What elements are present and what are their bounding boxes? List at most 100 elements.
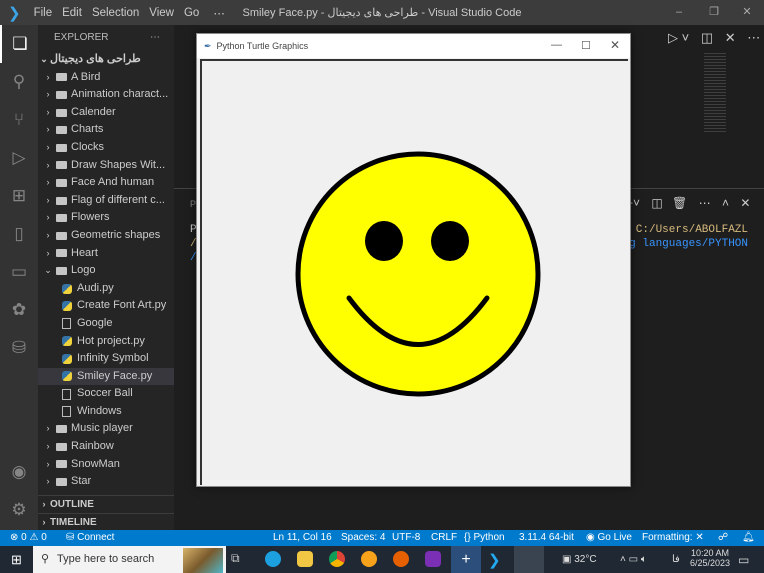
tree-item[interactable]: › Clocks (38, 139, 174, 157)
vscode-taskbar-icon[interactable]: ❯ (488, 551, 504, 569)
tree-item[interactable]: › Music player (38, 420, 174, 438)
maximize-panel-icon[interactable]: ˄ (722, 196, 729, 210)
tree-item[interactable]: › Animation charact... (38, 86, 174, 104)
smiley-face (295, 151, 541, 397)
source-control-icon[interactable]: ⑂ (0, 101, 38, 139)
turtle-canvas[interactable] (200, 59, 628, 485)
menu-selection[interactable]: Selection (87, 7, 144, 19)
folder-icon (56, 442, 67, 451)
settings-gear-icon[interactable]: ⚙ (0, 491, 38, 529)
taskbar-clock[interactable]: 10:20 AM 6/25/2023 (690, 548, 730, 568)
plus-app-icon[interactable]: + (451, 546, 481, 573)
tree-item[interactable]: Create Font Art.py (38, 297, 174, 315)
python-taskbar-icon[interactable] (514, 546, 544, 573)
tree-item[interactable]: Infinity Symbol (38, 350, 174, 368)
problems-indicator[interactable]: ⊗ 0 ⚠ 0 (10, 532, 47, 543)
tree-item[interactable]: Windows (38, 403, 174, 421)
notifications-bell-icon[interactable]: 🔔︎ (742, 532, 755, 543)
line-ending[interactable]: CRLF (431, 532, 457, 543)
extensions-icon[interactable]: ⊞ (0, 177, 38, 215)
database-icon[interactable]: ⛁ (0, 329, 38, 367)
media-player-icon[interactable] (425, 551, 441, 567)
tree-item[interactable]: Soccer Ball (38, 385, 174, 403)
explorer-more-button[interactable]: ⋯ (150, 25, 160, 51)
explorer-icon[interactable]: ❏ (0, 25, 38, 63)
weather-app-icon[interactable] (361, 551, 377, 567)
split-editor-icon[interactable]: ◫ (701, 30, 713, 45)
root-folder[interactable]: ⌄ طراحی های دیجیتال (38, 51, 174, 69)
tree-item[interactable]: › Geometric shapes (38, 227, 174, 245)
windows-start-icon[interactable]: ⊞ (11, 552, 22, 568)
taskbar-search-input[interactable]: ⚲ Type here to search (33, 546, 226, 573)
outline-section[interactable]: › OUTLINE (38, 495, 174, 513)
tree-item[interactable]: Google (38, 315, 174, 333)
feedback-icon[interactable]: ☍ (718, 532, 728, 543)
explorer-sidebar: EXPLORER ⋯ ⌄ طراحی های دیجیتال › A Bird › A… (38, 25, 174, 530)
tree-item[interactable]: Hot project.py (38, 333, 174, 351)
search-icon[interactable]: ⚲ (0, 63, 38, 101)
restore-button[interactable]: ❐ (697, 0, 731, 25)
tree-item[interactable]: Smiley Face.py (38, 367, 174, 386)
python-interpreter[interactable]: 3.11.4 64-bit (519, 532, 574, 543)
tree-item-label: Draw Shapes Wit... (71, 158, 166, 171)
weather-widget[interactable]: ▣ 32°C (562, 554, 597, 565)
menu-more[interactable]: ⋯ (208, 6, 230, 20)
menu-file[interactable]: File (29, 7, 58, 19)
connect-button[interactable]: ⛁ Connect (66, 532, 114, 543)
tree-item[interactable]: › SnowMan (38, 456, 174, 474)
encoding[interactable]: UTF-8 (392, 532, 420, 543)
tree-item[interactable]: › Star (38, 473, 174, 491)
system-tray-icons[interactable]: ˄ ▭ 🔈︎ (620, 554, 647, 565)
close-editor-icon[interactable]: ✕ (725, 30, 736, 45)
minimap[interactable] (704, 53, 726, 133)
language-mode[interactable]: {} Python (464, 532, 505, 543)
vscode-logo-icon: ❯ (8, 4, 21, 22)
tree-item[interactable]: › Flowers (38, 209, 174, 227)
indentation[interactable]: Spaces: 4 (341, 532, 385, 543)
run-icon[interactable]: ▷ ˅ (668, 30, 689, 45)
terminal-line: C:/Users/ABOLFAZL (635, 224, 748, 236)
task-view-icon[interactable]: ⧉ (231, 551, 247, 567)
more-icon[interactable]: ⋯ (699, 196, 711, 210)
chatgpt-icon[interactable]: ✿ (0, 291, 38, 329)
close-panel-icon[interactable]: ✕ (740, 196, 750, 210)
input-language[interactable]: فا (672, 554, 680, 565)
tree-item[interactable]: › Heart (38, 245, 174, 263)
turtle-maximize-button[interactable]: ☐ (581, 39, 591, 52)
file-explorer-icon[interactable] (297, 551, 313, 567)
run-debug-icon[interactable]: ▷ (0, 139, 38, 177)
trash-icon[interactable]: 🗑 (672, 196, 687, 210)
split-terminal-icon[interactable]: ◫ (651, 196, 662, 210)
close-button[interactable]: ✕ (730, 0, 764, 25)
tree-item[interactable]: › Draw Shapes Wit... (38, 157, 174, 175)
more-actions-icon[interactable]: ⋯ (747, 30, 760, 45)
account-icon[interactable]: ◉ (0, 453, 38, 491)
edge-icon[interactable] (265, 551, 281, 567)
folder-icon (56, 231, 67, 240)
tree-item[interactable]: › Flag of different c... (38, 192, 174, 210)
tree-item[interactable]: ⌄ Logo (38, 262, 174, 280)
tree-item[interactable]: › Face And human (38, 174, 174, 192)
menu-go[interactable]: Go (179, 7, 204, 19)
tree-item[interactable]: › A Bird (38, 69, 174, 87)
go-live-button[interactable]: ◉ Go Live (586, 532, 632, 543)
turtle-window[interactable]: ✒ Python Turtle Graphics — ☐ ✕ (196, 33, 631, 487)
firefox-icon[interactable] (393, 551, 409, 567)
minimize-button[interactable]: – (662, 0, 696, 25)
remote-explorer-icon[interactable]: ▭ (0, 253, 38, 291)
tree-item[interactable]: › Charts (38, 121, 174, 139)
menu-edit[interactable]: Edit (57, 7, 87, 19)
chrome-icon[interactable] (329, 551, 345, 567)
menu-view[interactable]: View (144, 7, 179, 19)
tree-item[interactable]: › Calender (38, 104, 174, 122)
cursor-position[interactable]: Ln 11, Col 16 (273, 532, 332, 543)
folder-icon (56, 460, 67, 469)
timeline-section[interactable]: › TIMELINE (38, 513, 174, 531)
turtle-minimize-button[interactable]: — (551, 39, 562, 51)
notebook-icon[interactable]: ▯ (0, 215, 38, 253)
tree-item[interactable]: Audi.py (38, 280, 174, 298)
turtle-close-button[interactable]: ✕ (610, 38, 620, 52)
tree-item[interactable]: › Rainbow (38, 438, 174, 456)
formatting-status[interactable]: Formatting: ✕ (642, 532, 704, 543)
notification-center-icon[interactable]: ▭ (738, 553, 749, 567)
